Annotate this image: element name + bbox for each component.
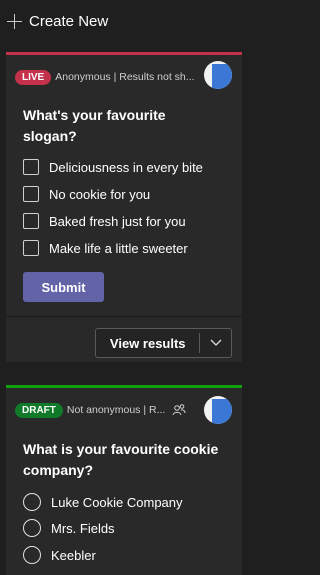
poll-card-live: LIVE Anonymous | Results not sh... What'… (6, 52, 242, 362)
option-checkbox[interactable]: No cookie for you (23, 184, 150, 204)
option-label: Luke Cookie Company (51, 494, 183, 510)
status-badge-draft: DRAFT (15, 402, 63, 418)
poll-settings-text: Not anonymous | R... (66, 404, 166, 416)
view-results-button[interactable]: View results (95, 328, 232, 358)
option-checkbox[interactable]: Baked fresh just for you (23, 211, 186, 231)
plus-icon (7, 14, 22, 29)
create-new-button[interactable]: Create New (0, 0, 252, 46)
radio-button[interactable] (23, 519, 41, 537)
option-label: Baked fresh just for you (49, 213, 186, 229)
option-label: No cookie for you (49, 186, 151, 202)
poll-question: What is your favourite cookie company? (23, 441, 219, 478)
checkbox[interactable] (23, 159, 39, 175)
radio-button[interactable] (23, 546, 41, 564)
checkbox[interactable] (23, 240, 39, 256)
avatar (204, 396, 232, 424)
option-radio[interactable]: Luke Cookie Company (23, 492, 183, 512)
poll-question: What's your favourite slogan? (23, 107, 166, 144)
option-radio[interactable]: Keebler (23, 545, 96, 565)
option-radio[interactable]: Mrs. Fields (23, 518, 115, 538)
poll-settings-text: Anonymous | Results not sh... (55, 71, 195, 83)
submit-button[interactable]: Submit (23, 272, 104, 302)
divider (6, 316, 242, 317)
option-checkbox[interactable]: Deliciousness in every bite (23, 157, 203, 177)
create-new-label: Create New (29, 13, 109, 30)
chevron-down-icon[interactable] (200, 328, 231, 358)
radio-button[interactable] (23, 493, 41, 511)
checkbox[interactable] (23, 186, 39, 202)
poll-card-draft: DRAFT Not anonymous | R... What is your … (6, 385, 242, 575)
checkbox[interactable] (23, 213, 39, 229)
option-label: Mrs. Fields (51, 520, 115, 536)
status-badge-live: LIVE (15, 69, 52, 85)
people-icon (172, 404, 186, 416)
option-label: Make life a little sweeter (49, 240, 188, 256)
poll-meta-row: LIVE Anonymous | Results not sh... (15, 69, 235, 85)
avatar (204, 61, 232, 89)
poll-meta-row: DRAFT Not anonymous | R... (15, 402, 235, 418)
view-results-label: View results (109, 335, 186, 351)
option-checkbox[interactable]: Make life a little sweeter (23, 238, 188, 258)
option-label: Deliciousness in every bite (49, 159, 203, 175)
option-label: Keebler (51, 547, 96, 563)
